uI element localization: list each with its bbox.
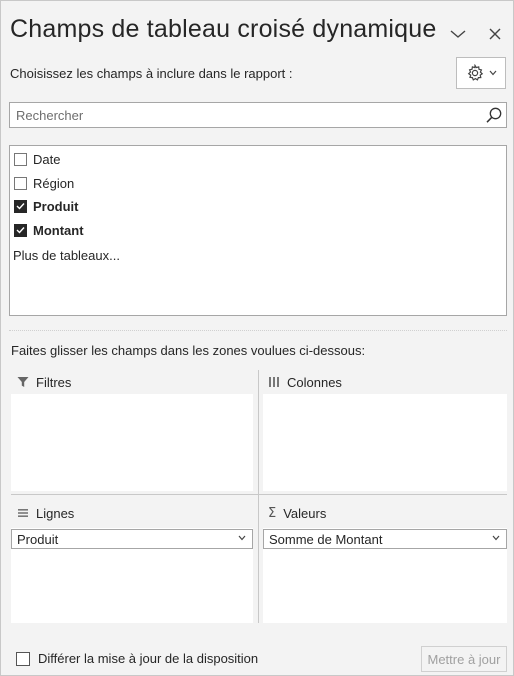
checkbox-region[interactable] (14, 176, 27, 190)
rows-area-header: Lignes (17, 504, 74, 522)
collapse-button[interactable] (447, 23, 469, 45)
columns-icon (269, 377, 279, 387)
checkmark-icon (16, 203, 25, 210)
pane-title: Champs de tableau croisé dynamique (10, 15, 437, 43)
chevron-down-icon (450, 30, 466, 38)
close-icon (489, 28, 501, 40)
checkmark-icon (16, 227, 25, 234)
section-divider (9, 330, 507, 331)
field-item-region[interactable]: Région (14, 173, 74, 193)
rows-field-pill[interactable]: Produit (11, 529, 253, 549)
areas-horizontal-divider (11, 494, 507, 495)
chevron-down-icon (492, 535, 500, 541)
search-input[interactable] (10, 103, 480, 127)
values-field-label: Somme de Montant (269, 531, 383, 547)
more-tables-link[interactable]: Plus de tableaux... (13, 248, 120, 263)
values-area-label: Valeurs (283, 505, 327, 521)
field-item-montant[interactable]: Montant (14, 220, 84, 240)
defer-update-checkbox[interactable] (16, 651, 30, 666)
field-label: Date (33, 151, 61, 167)
sigma-icon: Σ (268, 505, 277, 521)
filters-area-label: Filtres (36, 374, 72, 390)
field-item-date[interactable]: Date (14, 149, 60, 169)
defer-update-option[interactable]: Différer la mise à jour de la dispositio… (16, 651, 258, 666)
areas-vertical-divider (258, 370, 259, 623)
tools-button[interactable] (456, 57, 506, 89)
rows-icon (18, 509, 28, 517)
search-box (9, 102, 507, 128)
checkbox-date[interactable] (14, 152, 27, 166)
columns-area-label: Colonnes (287, 374, 342, 390)
update-button[interactable]: Mettre à jour (421, 646, 507, 672)
pivot-field-list-pane: Champs de tableau croisé dynamique Chois… (0, 0, 514, 676)
field-list: Date Région Produit Montant Plus de tabl… (9, 145, 507, 316)
rows-field-label: Produit (17, 531, 59, 547)
filters-drop-zone[interactable] (11, 394, 253, 491)
chevron-down-icon (238, 535, 246, 541)
checkbox-montant[interactable] (14, 223, 27, 237)
field-item-produit[interactable]: Produit (14, 196, 79, 216)
chevron-down-icon (489, 70, 496, 76)
columns-drop-zone[interactable] (263, 394, 507, 491)
values-field-pill[interactable]: Somme de Montant (263, 529, 507, 549)
field-label: Produit (33, 198, 79, 214)
rows-area-label: Lignes (36, 505, 75, 521)
values-area-header: Σ Valeurs (268, 504, 326, 522)
field-label: Région (33, 175, 75, 191)
gear-icon (467, 64, 483, 81)
areas-hint: Faites glisser les champs dans les zones… (11, 343, 366, 358)
close-button[interactable] (484, 23, 506, 45)
checkbox-produit[interactable] (14, 199, 27, 213)
filters-area-header: Filtres (17, 373, 71, 391)
field-label: Montant (33, 222, 84, 238)
search-icon[interactable] (485, 106, 503, 129)
funnel-icon (17, 377, 29, 387)
defer-update-label: Différer la mise à jour de la dispositio… (38, 651, 259, 666)
columns-area-header: Colonnes (268, 373, 342, 391)
choose-fields-label: Choisissez les champs à inclure dans le … (10, 66, 293, 81)
